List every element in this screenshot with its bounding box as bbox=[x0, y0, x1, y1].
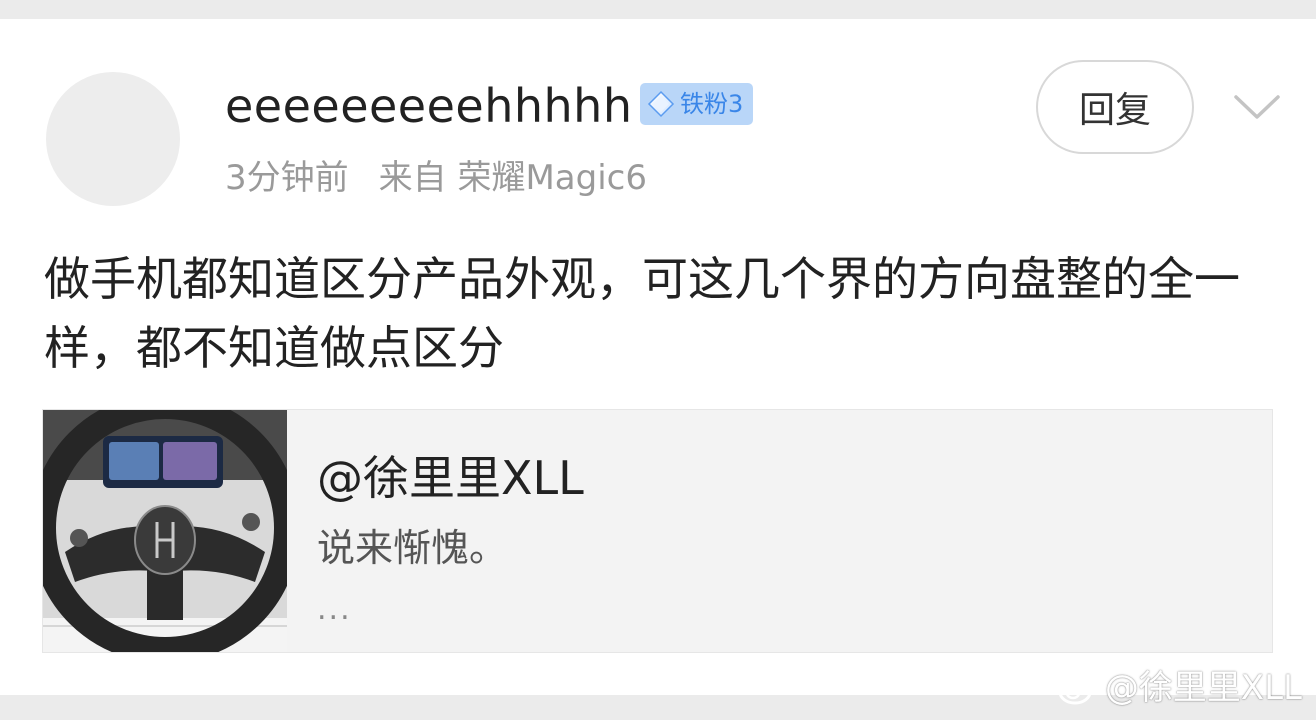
reply-button[interactable]: 回复 bbox=[1036, 60, 1194, 154]
comment-time: 3分钟前 bbox=[225, 158, 349, 198]
watermark: @徐里里XLL bbox=[1057, 666, 1302, 710]
chevron-down-icon[interactable] bbox=[1230, 79, 1284, 133]
weibo-logo-icon bbox=[1058, 672, 1099, 705]
comment-meta: 3分钟前 来自 荣耀Magic6 bbox=[225, 156, 647, 200]
quoted-post-thumbnail[interactable] bbox=[43, 410, 287, 652]
avatar[interactable] bbox=[46, 72, 180, 206]
quoted-post[interactable]: @徐里里XLL 说来惭愧。 ... bbox=[42, 409, 1273, 653]
diamond-icon bbox=[646, 89, 676, 119]
quoted-post-text: 说来惭愧。 bbox=[317, 526, 508, 570]
comment-source: 来自 荣耀Magic6 bbox=[378, 158, 647, 198]
steering-wheel-image bbox=[43, 410, 287, 652]
watermark-text: @徐里里XLL bbox=[1104, 668, 1302, 708]
quoted-post-author[interactable]: @徐里里XLL bbox=[317, 450, 584, 506]
username[interactable]: eeeeeeeeehhhhh bbox=[225, 77, 632, 135]
comment-card: eeeeeeeeehhhhh 铁粉3 3分钟前 来自 荣耀Magic6 回复 做… bbox=[0, 19, 1316, 695]
fan-badge-label: 铁粉3 bbox=[680, 90, 744, 118]
comment-text: 做手机都知道区分产品外观，可这几个界的方向盘整的全一样，都不知道做点区分 bbox=[44, 252, 1240, 375]
quoted-post-ellipsis: ... bbox=[317, 592, 352, 627]
fan-badge[interactable]: 铁粉3 bbox=[640, 83, 754, 125]
